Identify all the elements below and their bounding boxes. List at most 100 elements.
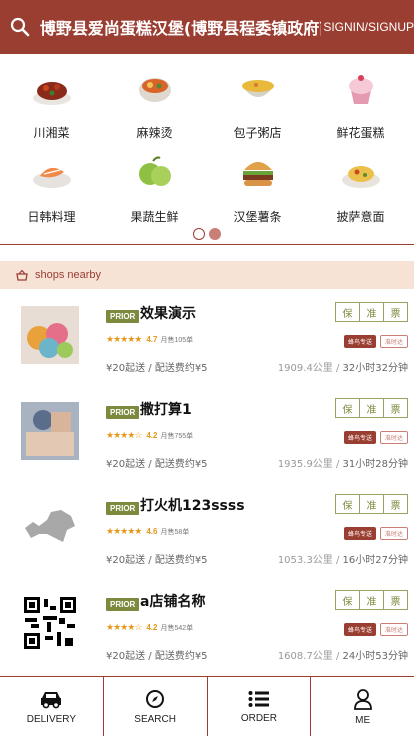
- shop-name[interactable]: 打火机123ssss: [140, 495, 245, 515]
- carousel-indicator: [193, 228, 221, 240]
- prior-badge: PRIOR: [106, 310, 140, 323]
- rating-score: 4.2: [146, 431, 158, 440]
- shop-distance: 1053.3公里 / 16小时27分钟: [277, 555, 408, 566]
- delivery-tags: 蜂鸟专送 准时达: [343, 527, 408, 540]
- shop-distance: 1935.9公里 / 31小时28分钟: [277, 459, 408, 470]
- signin-signup-link[interactable]: SIGNIN/SIGNUP: [323, 20, 414, 34]
- list-icon: [248, 690, 269, 707]
- shop-thumbnail: [21, 594, 79, 652]
- category-chuanxiang[interactable]: 川湘菜: [0, 66, 103, 141]
- nav-label: ORDER: [240, 712, 277, 724]
- shop-rating: ★★★★☆ 4.2 月售542单: [106, 622, 193, 633]
- shop-name[interactable]: a店铺名称: [140, 591, 205, 611]
- delivery-tags: 蜂鸟专送 准时达: [343, 335, 408, 348]
- rating-score: 4.7: [146, 335, 158, 344]
- delivery-tag: 蜂鸟专送: [343, 623, 376, 636]
- ontime-tag: 准时达: [379, 431, 408, 444]
- shop-name[interactable]: 效果演示: [140, 303, 196, 323]
- divider: [0, 244, 414, 245]
- category-label: 日韩料理: [27, 210, 76, 224]
- shop-rating: ★★★★★ 4.6 月售58单: [106, 526, 189, 537]
- top-bar: 博野县爱尚蛋糕汉堡(博野县程委镇政府南) SIGNIN/SIGNUP: [0, 0, 414, 54]
- rating-stars: ★★★★★: [106, 526, 142, 536]
- delivery-tags: 蜂鸟专送 准时达: [343, 623, 408, 636]
- fruit-icon: [138, 156, 171, 186]
- location-title[interactable]: 博野县爱尚蛋糕汉堡(博野县程委镇政府南): [40, 15, 321, 39]
- shop-fees: ¥20起送 / 配送费约¥5: [106, 459, 208, 470]
- service-badges: 保准票: [335, 590, 408, 610]
- shop-fees: ¥20起送 / 配送费约¥5: [106, 363, 208, 374]
- category-fruit-veg[interactable]: 果蔬生鲜: [103, 150, 206, 225]
- category-label: 包子粥店: [233, 126, 282, 140]
- delivery-tags: 蜂鸟专送 准时达: [343, 431, 408, 444]
- shop-card[interactable]: PRIOR a店铺名称 ★★★★☆ 4.2 月售542单 ¥20起送 / 配送费约¥…: [0, 577, 414, 673]
- monthly-sales: 月售58单: [160, 528, 190, 536]
- shop-thumbnail: [21, 498, 79, 556]
- ontime-tag: 准时达: [379, 623, 408, 636]
- chili-dish-icon: [32, 82, 71, 105]
- shop-card[interactable]: PRIOR 打火机123ssss ★★★★★ 4.6 月售58单 ¥20起送 / 配…: [0, 481, 414, 577]
- porridge-bowl-icon: [241, 80, 274, 97]
- category-baozi[interactable]: 包子粥店: [206, 66, 309, 141]
- shop-rating: ★★★★☆ 4.2 月售755单: [106, 430, 193, 441]
- rating-score: 4.6: [146, 527, 158, 536]
- category-flower-cake[interactable]: 鲜花蛋糕: [309, 66, 412, 141]
- shop-fees: ¥20起送 / 配送费约¥5: [106, 555, 208, 566]
- category-label: 汉堡薯条: [233, 210, 282, 224]
- shop-thumbnail: [21, 306, 79, 364]
- shop-card[interactable]: PRIOR 撒打算1 ★★★★☆ 4.2 月售755单 ¥20起送 / 配送费约¥5…: [0, 385, 414, 481]
- service-badges: 保准票: [335, 398, 408, 418]
- sushi-plate-icon: [32, 167, 71, 188]
- category-japanese-korean[interactable]: 日韩料理: [0, 150, 103, 225]
- shop-distance: 1608.7公里 / 24小时53分钟: [277, 651, 408, 662]
- category-burger[interactable]: 汉堡薯条: [206, 150, 309, 225]
- nav-label: SEARCH: [134, 713, 176, 725]
- prior-badge: PRIOR: [106, 502, 140, 515]
- pasta-icon: [341, 166, 380, 188]
- nav-order[interactable]: ORDER: [208, 677, 312, 736]
- shop-fees: ¥20起送 / 配送费约¥5: [106, 651, 208, 662]
- compass-icon: [146, 689, 165, 708]
- category-label: 川湘菜: [33, 126, 70, 140]
- nav-delivery[interactable]: DELIVERY: [0, 677, 104, 736]
- person-icon: [353, 688, 372, 710]
- delivery-tag: 蜂鸟专送: [343, 335, 376, 348]
- cupcake-icon: [348, 75, 373, 104]
- delivery-tag: 蜂鸟专送: [343, 527, 376, 540]
- category-grid: 川湘菜 麻辣烫 包子粥店 鲜花蛋糕 日韩料理 果蔬生鲜 汉堡薯条 披萨意面: [0, 54, 414, 244]
- delivery-tag: 蜂鸟专送: [343, 431, 376, 444]
- category-label: 鲜花蛋糕: [336, 126, 385, 140]
- service-badges: 保准票: [335, 302, 408, 322]
- car-icon: [41, 691, 62, 708]
- shop-name[interactable]: 撒打算1: [140, 399, 192, 419]
- category-label: 披萨意面: [336, 210, 385, 224]
- shop-card[interactable]: PRIOR 效果演示 ★★★★★ 4.7 月售105单 ¥20起送 / 配送费约¥5…: [0, 289, 414, 385]
- service-badges: 保准票: [335, 494, 408, 514]
- category-pizza-pasta[interactable]: 披萨意面: [309, 150, 412, 225]
- carousel-dot-active[interactable]: [209, 228, 221, 240]
- category-malatang[interactable]: 麻辣烫: [103, 66, 206, 141]
- shop-rating: ★★★★★ 4.7 月售105单: [106, 334, 193, 345]
- shops-nearby-label: shops nearby: [35, 269, 102, 281]
- monthly-sales: 月售105单: [160, 336, 194, 344]
- nav-label: ME: [355, 714, 371, 726]
- rating-stars: ★★★★★: [106, 334, 142, 344]
- basket-icon: [16, 269, 28, 281]
- nav-label: DELIVERY: [26, 713, 77, 725]
- shops-nearby-header: shops nearby: [0, 261, 414, 289]
- shop-distance: 1909.4公里 / 32小时32分钟: [277, 363, 408, 374]
- ontime-tag: 准时达: [379, 335, 408, 348]
- category-label: 麻辣烫: [136, 126, 173, 140]
- burger-icon: [242, 162, 273, 186]
- prior-badge: PRIOR: [106, 598, 140, 611]
- carousel-dot[interactable]: [193, 228, 205, 240]
- monthly-sales: 月售542单: [160, 624, 194, 632]
- nav-me[interactable]: ME: [311, 677, 414, 736]
- rating-score: 4.2: [146, 623, 158, 632]
- nav-search[interactable]: SEARCH: [104, 677, 208, 736]
- ontime-tag: 准时达: [379, 527, 408, 540]
- bottom-nav: DELIVERY SEARCH ORDER ME: [0, 676, 414, 736]
- search-icon[interactable]: [0, 0, 40, 54]
- rating-stars: ★★★★☆: [106, 430, 142, 440]
- rating-stars: ★★★★☆: [106, 622, 142, 632]
